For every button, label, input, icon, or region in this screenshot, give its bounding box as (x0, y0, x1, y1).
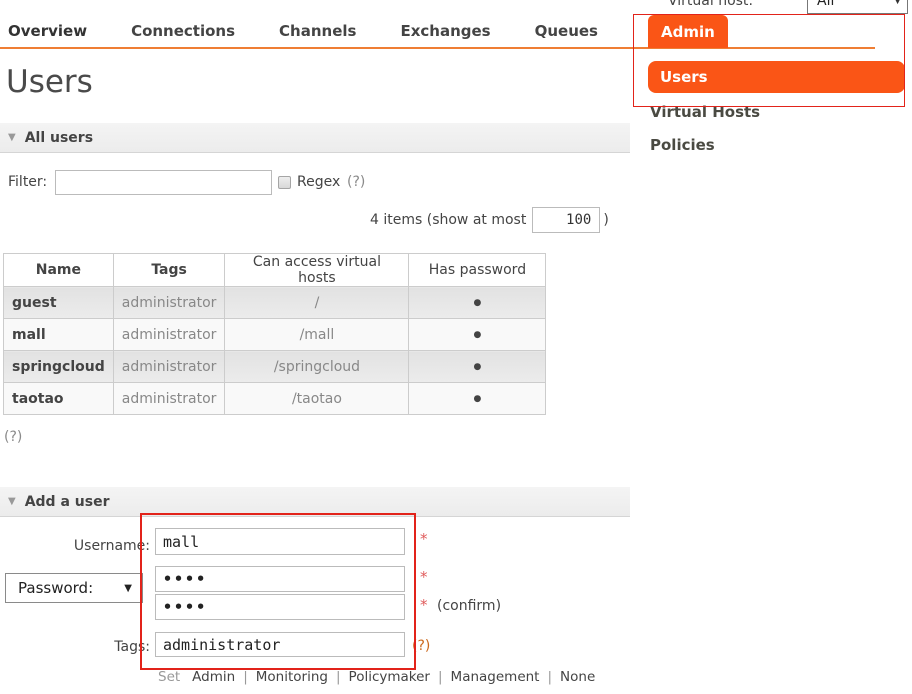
items-count-close-paren: ) (603, 212, 608, 228)
collapse-triangle-icon: ▼ (8, 496, 16, 507)
column-header-tags[interactable]: Tags (113, 254, 225, 287)
user-name-link[interactable]: taotao (4, 383, 114, 415)
tags-field[interactable] (155, 632, 405, 657)
separator: | (336, 669, 341, 685)
all-users-section-title: All users (25, 130, 93, 146)
password-confirm-field[interactable] (155, 594, 405, 620)
has-password-dot: ● (409, 287, 546, 319)
tab-channels[interactable]: Channels (279, 22, 356, 40)
user-name-link[interactable]: guest (4, 287, 114, 319)
set-tags-row: Set Admin | Monitoring | Policymaker | M… (158, 669, 595, 685)
set-tag-management[interactable]: Management (451, 669, 540, 685)
username-field[interactable] (155, 528, 405, 555)
show-at-most-input[interactable] (532, 207, 600, 233)
regex-checkbox[interactable] (278, 176, 291, 189)
has-password-dot: ● (409, 383, 546, 415)
virtual-host-select[interactable]: All ▼ (807, 0, 908, 14)
sidebar-item-policies[interactable]: Policies (650, 136, 715, 154)
set-tag-none[interactable]: None (560, 669, 595, 685)
tags-label: Tags: (50, 639, 150, 655)
sidebar-item-virtual-hosts[interactable]: Virtual Hosts (650, 103, 760, 121)
tab-queues[interactable]: Queues (535, 22, 598, 40)
required-marker: * (420, 596, 428, 614)
tab-admin[interactable]: Admin (648, 15, 728, 48)
user-tags: administrator (113, 319, 225, 351)
table-row: mall administrator /mall ● (4, 319, 546, 351)
main-nav: Overview Connections Channels Exchanges … (8, 22, 598, 40)
section-all-users[interactable]: ▼ All users (0, 123, 630, 153)
add-user-section-title: Add a user (25, 494, 110, 510)
password-type-select[interactable]: Password: ▼ (5, 573, 143, 603)
confirm-label: (confirm) (437, 598, 501, 614)
tags-help-link[interactable]: (?) (412, 638, 430, 654)
virtual-host-label: Virtual host: (668, 0, 753, 9)
column-header-has-password: Has password (409, 254, 546, 287)
username-label: Username: (50, 538, 150, 554)
tab-overview[interactable]: Overview (8, 22, 87, 40)
virtual-host-selected-value: All (817, 0, 834, 9)
user-tags: administrator (113, 287, 225, 319)
filter-input[interactable] (55, 170, 272, 195)
section-add-a-user[interactable]: ▼ Add a user (0, 487, 630, 517)
regex-help-link[interactable]: (?) (347, 174, 365, 190)
tab-connections[interactable]: Connections (131, 22, 235, 40)
column-header-vhosts: Can access virtual hosts (225, 254, 409, 287)
chevron-down-icon: ▼ (124, 583, 132, 594)
user-vhosts: / (225, 287, 409, 319)
set-tag-monitoring[interactable]: Monitoring (256, 669, 328, 685)
password-field[interactable] (155, 566, 405, 592)
user-name-link[interactable]: springcloud (4, 351, 114, 383)
column-header-name[interactable]: Name (4, 254, 114, 287)
table-row: taotao administrator /taotao ● (4, 383, 546, 415)
separator: | (438, 669, 443, 685)
collapse-triangle-icon: ▼ (8, 132, 16, 143)
set-tag-admin[interactable]: Admin (192, 669, 235, 685)
required-marker: * (420, 568, 428, 586)
separator: | (243, 669, 248, 685)
sidebar-item-users[interactable]: Users (648, 61, 905, 93)
user-name-link[interactable]: mall (4, 319, 114, 351)
set-tag-policymaker[interactable]: Policymaker (349, 669, 430, 685)
set-label: Set (158, 669, 180, 685)
table-header-row: Name Tags Can access virtual hosts Has p… (4, 254, 546, 287)
required-marker: * (420, 530, 428, 548)
table-row: springcloud administrator /springcloud ● (4, 351, 546, 383)
users-table: Name Tags Can access virtual hosts Has p… (3, 253, 546, 415)
sidebar-users-label: Users (660, 68, 708, 86)
rabbitmq-users-page: Virtual host: All ▼ Overview Connections… (0, 0, 912, 694)
has-password-dot: ● (409, 351, 546, 383)
tab-exchanges[interactable]: Exchanges (400, 22, 490, 40)
nav-underline (0, 47, 875, 49)
page-title: Users (6, 64, 93, 100)
table-help-link[interactable]: (?) (4, 429, 22, 445)
filter-label: Filter: (8, 174, 47, 190)
items-count-text: 4 items (show at most (370, 212, 526, 228)
user-tags: administrator (113, 383, 225, 415)
user-tags: administrator (113, 351, 225, 383)
password-select-label: Password: (18, 579, 93, 597)
user-vhosts: /taotao (225, 383, 409, 415)
separator: | (547, 669, 552, 685)
regex-label: Regex (297, 174, 340, 190)
user-vhosts: /mall (225, 319, 409, 351)
items-count-row: 4 items (show at most ) (370, 207, 609, 233)
table-row: guest administrator / ● (4, 287, 546, 319)
has-password-dot: ● (409, 319, 546, 351)
chevron-down-icon: ▼ (894, 0, 901, 6)
user-vhosts: /springcloud (225, 351, 409, 383)
